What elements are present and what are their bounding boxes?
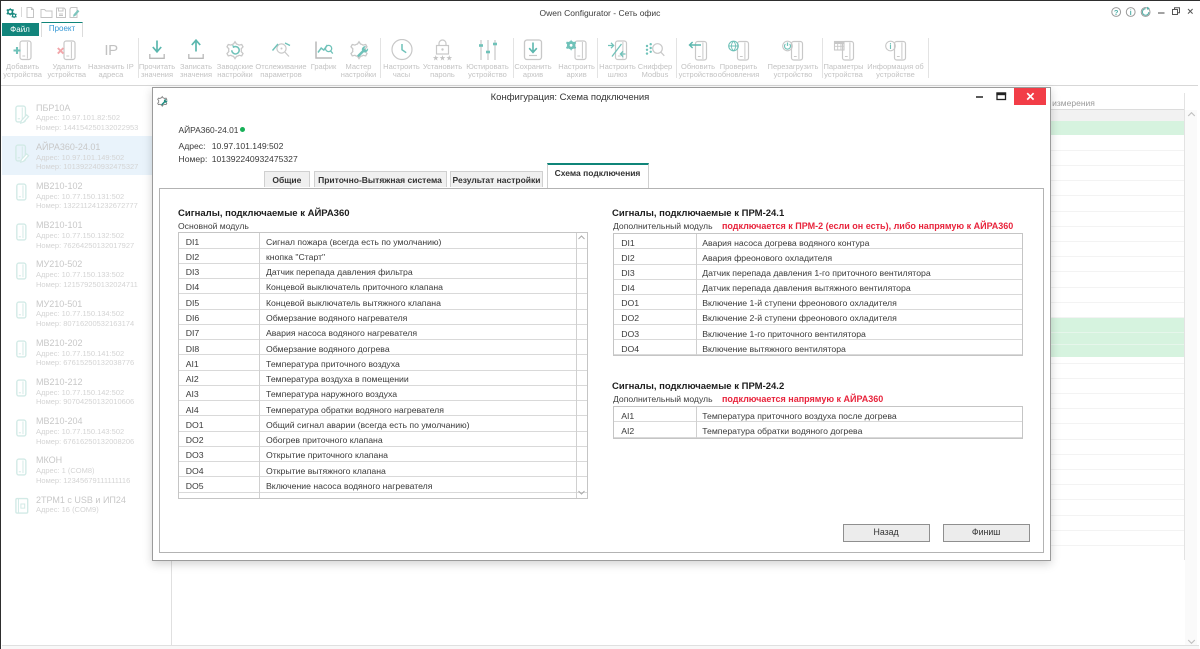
- svg-text:?: ?: [1114, 8, 1119, 17]
- svg-text:IP: IP: [104, 42, 118, 59]
- svg-text:i: i: [1130, 8, 1132, 17]
- svg-text:i: i: [889, 42, 891, 51]
- svg-text:★★★: ★★★: [432, 54, 452, 62]
